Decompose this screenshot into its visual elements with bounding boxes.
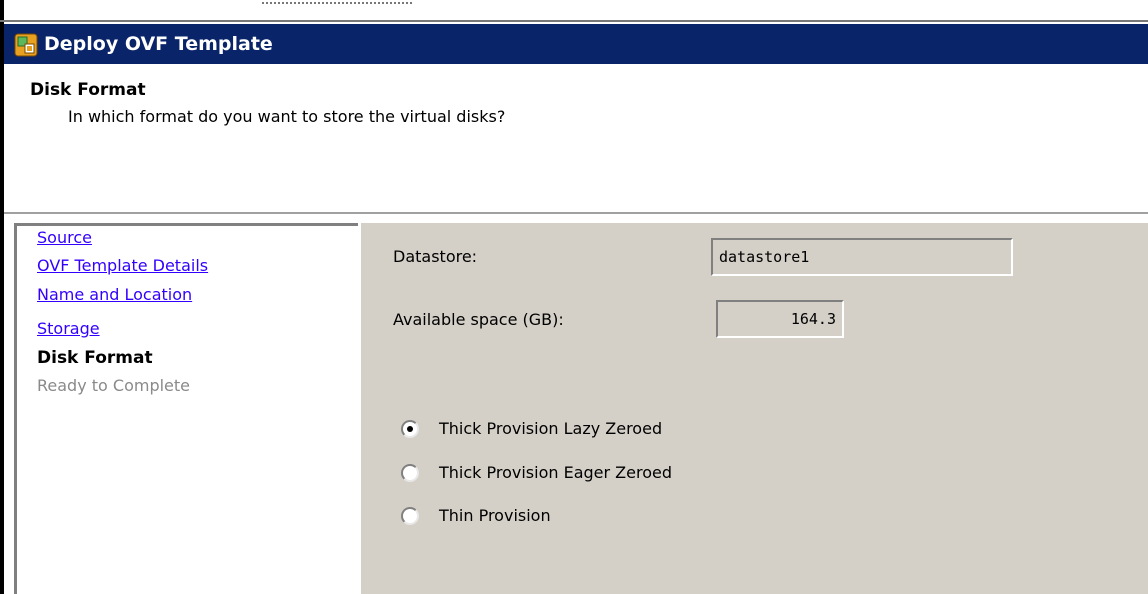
available-space-label: Available space (GB):	[393, 310, 564, 329]
radio-button[interactable]	[401, 464, 419, 482]
step-navigation: Source OVF Template Details Name and Loc…	[14, 223, 358, 594]
nav-step-disk-format: Disk Format	[37, 348, 153, 368]
radio-button[interactable]	[401, 507, 419, 525]
nav-step-ready-to-complete: Ready to Complete	[37, 376, 191, 395]
disk-format-panel: Datastore: datastore1 Available space (G…	[361, 223, 1148, 594]
nav-step-source[interactable]: Source	[37, 228, 92, 247]
background-window-divider	[0, 20, 1148, 22]
datastore-field: datastore1	[711, 238, 1013, 276]
datastore-label: Datastore:	[393, 247, 478, 266]
deploy-template-icon	[14, 33, 38, 57]
background-window-edge	[0, 0, 1148, 24]
available-space-field: 164.3	[716, 300, 844, 338]
option-label: Thin Provision	[439, 506, 551, 525]
nav-step-storage[interactable]: Storage	[37, 319, 100, 338]
option-label: Thick Provision Lazy Zeroed	[439, 419, 663, 438]
step-title: Disk Format	[30, 80, 146, 100]
radio-dot-icon	[407, 426, 413, 432]
deploy-ovf-dialog: Deploy OVF Template Disk Format In which…	[0, 24, 1148, 594]
radio-button-selected[interactable]	[401, 420, 419, 438]
nav-step-ovf-template-details[interactable]: OVF Template Details	[37, 256, 208, 275]
option-label: Thick Provision Eager Zeroed	[439, 463, 672, 482]
title-bar[interactable]: Deploy OVF Template	[4, 24, 1148, 64]
wizard-header: Disk Format In which format do you want …	[4, 64, 1148, 214]
nav-step-name-and-location[interactable]: Name and Location	[37, 285, 192, 304]
step-description: In which format do you want to store the…	[68, 107, 506, 126]
wizard-body: Source OVF Template Details Name and Loc…	[4, 215, 1148, 594]
window-title: Deploy OVF Template	[44, 33, 273, 55]
background-window-remnant	[262, 2, 412, 10]
